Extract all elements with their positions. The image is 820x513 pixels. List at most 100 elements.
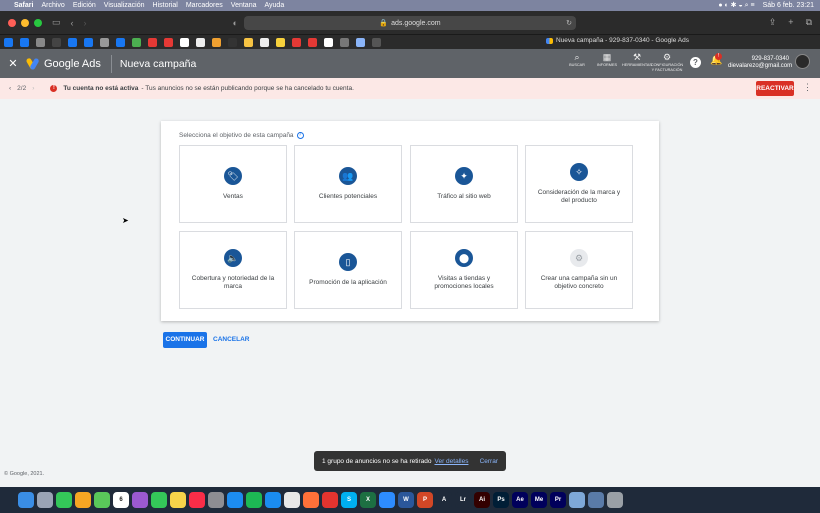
menu-app-name[interactable]: Safari [14,2,33,9]
dock-notes-icon[interactable] [170,492,186,508]
dock-messages-icon[interactable] [151,492,167,508]
minimize-window-button[interactable] [21,18,29,27]
menu-archivo[interactable]: Archivo [41,2,64,9]
favorite-icon[interactable] [180,37,189,47]
favorite-icon[interactable] [164,37,173,47]
menubar-clock[interactable]: Sáb 6 feb. 23:21 [763,2,814,9]
dock-word-icon[interactable]: W [398,492,414,508]
objective-tile-sin-objetivo[interactable]: ⚙ Crear una campaña sin un objetivo conc… [525,231,633,309]
sidebar-toggle-icon[interactable]: ▭ [52,17,61,28]
favorite-icon[interactable] [148,37,157,47]
dock-spotify-icon[interactable] [246,492,262,508]
menu-ventana[interactable]: Ventana [231,2,257,9]
dock-trash-icon[interactable] [607,492,623,508]
forward-icon[interactable]: › [84,18,87,28]
objective-tile-trafico[interactable]: ✦ Tráfico al sitio web [410,145,518,223]
back-icon[interactable]: ‹ [71,18,74,28]
dock-podcasts-icon[interactable] [132,492,148,508]
favorite-icon[interactable] [116,37,125,47]
favorite-icon[interactable] [260,37,269,47]
view-details-link[interactable]: Ver detalles [435,458,469,465]
tab-overview-icon[interactable]: ⧉ [806,17,812,28]
dock-calendar-icon[interactable]: 6 [113,492,129,508]
objective-tile-visitas-tiendas[interactable]: ⬤ Visitas a tiendas y promociones locale… [410,231,518,309]
menu-visualizacion[interactable]: Visualización [104,2,145,9]
favorite-icon[interactable] [132,37,141,47]
prev-alert-icon[interactable]: ‹ [9,85,11,92]
dock-settings-icon[interactable] [208,492,224,508]
dock-zoom-icon[interactable] [379,492,395,508]
favorite-icon[interactable] [20,37,29,47]
dock-maps-icon[interactable] [94,492,110,508]
objective-tile-promocion-app[interactable]: ▯ Promoción de la aplicación [294,231,402,309]
favorite-icon[interactable] [372,37,381,47]
reload-icon[interactable]: ↻ [566,19,572,27]
dock-launchpad-icon[interactable] [37,492,53,508]
dock-finder-icon[interactable] [18,492,34,508]
dock-chrome-icon[interactable] [284,492,300,508]
favorite-icon[interactable] [228,37,237,47]
favorite-icon[interactable] [52,37,61,47]
dock-acrobat-icon[interactable]: A [436,492,452,508]
new-tab-icon[interactable]: + [788,17,793,28]
favorite-icon[interactable] [36,37,45,47]
favorite-icon[interactable] [340,37,349,47]
avatar[interactable] [795,54,810,69]
objective-tile-cobertura[interactable]: 🔈 Cobertura y notoriedad de la marca [179,231,287,309]
menu-marcadores[interactable]: Marcadores [186,2,223,9]
favorite-icon[interactable] [276,37,285,47]
notifications-bell-icon[interactable]: 🔔! [710,53,722,66]
close-icon[interactable]: ✕ [0,57,26,70]
menu-historial[interactable]: Historial [153,2,178,9]
reactivate-button[interactable]: REACTIVAR [756,81,794,96]
address-bar[interactable]: 🔒 ads.google.com ↻ [244,16,576,30]
favorite-icon[interactable] [100,37,109,47]
dock-premiere-icon[interactable]: Pr [550,492,566,508]
menu-edicion[interactable]: Edición [73,2,96,9]
favorite-icon[interactable] [244,37,253,47]
dock-music-icon[interactable] [189,492,205,508]
dock-excel-icon[interactable]: X [360,492,376,508]
favorite-icon[interactable] [356,37,365,47]
status-icons[interactable]: ● ◐ ✱ ◒ ⌕ ≡ [718,1,754,10]
dock-office-icon[interactable] [322,492,338,508]
zoom-window-button[interactable] [34,18,42,27]
dock-skype-icon[interactable]: S [341,492,357,508]
dock-preview-icon[interactable] [569,492,585,508]
favorite-icon[interactable] [292,37,301,47]
dock-after-effects-icon[interactable]: Ae [512,492,528,508]
tools-button[interactable]: ⚒ HERRAMIENTAS [622,51,652,73]
help-icon[interactable]: ? [296,132,304,139]
active-tab[interactable]: Nueva campaña - 929-837-0340 - Google Ad… [546,37,689,44]
favorite-icon[interactable] [324,37,333,47]
favorite-icon[interactable] [4,37,13,47]
share-icon[interactable]: ⇪ [769,17,777,28]
dock-illustrator-icon[interactable]: Ai [474,492,490,508]
privacy-shield-icon[interactable]: ◐ [233,18,238,28]
favorite-icon[interactable] [212,37,221,47]
dock-facetime-icon[interactable] [56,492,72,508]
account-info[interactable]: 929-837-0340 dievalarezo@gmail.com [728,56,792,70]
dock-downloads-icon[interactable] [588,492,604,508]
dock-app-store-icon[interactable] [227,492,243,508]
settings-billing-button[interactable]: ⚙ CONFIGURACIÓN Y FACTURACIÓN [651,51,683,73]
dock-photos-icon[interactable] [75,492,91,508]
menu-ayuda[interactable]: Ayuda [264,2,284,9]
search-button[interactable]: ⌕ BUSCAR [562,51,592,73]
dock-photoshop-icon[interactable]: Ps [493,492,509,508]
favorite-icon[interactable] [68,37,77,47]
objective-tile-ventas[interactable]: 🏷 Ventas [179,145,287,223]
dock-media-encoder-icon[interactable]: Me [531,492,547,508]
continue-button[interactable]: CONTINUAR [163,332,207,348]
more-options-icon[interactable]: ⋮ [803,82,812,93]
close-window-button[interactable] [8,18,16,27]
objective-tile-consideracion[interactable]: ✧ Consideración de la marca y del produc… [525,145,633,223]
dock-firefox-icon[interactable] [303,492,319,508]
objective-tile-clientes-potenciales[interactable]: 👥 Clientes potenciales [294,145,402,223]
favorite-icon[interactable] [196,37,205,47]
help-icon[interactable]: ? [690,57,701,68]
favorite-icon[interactable] [84,37,93,47]
reports-button[interactable]: ▦ INFORMES [592,51,622,73]
favorite-icon[interactable] [308,37,317,47]
cancel-button[interactable]: CANCELAR [213,332,249,348]
